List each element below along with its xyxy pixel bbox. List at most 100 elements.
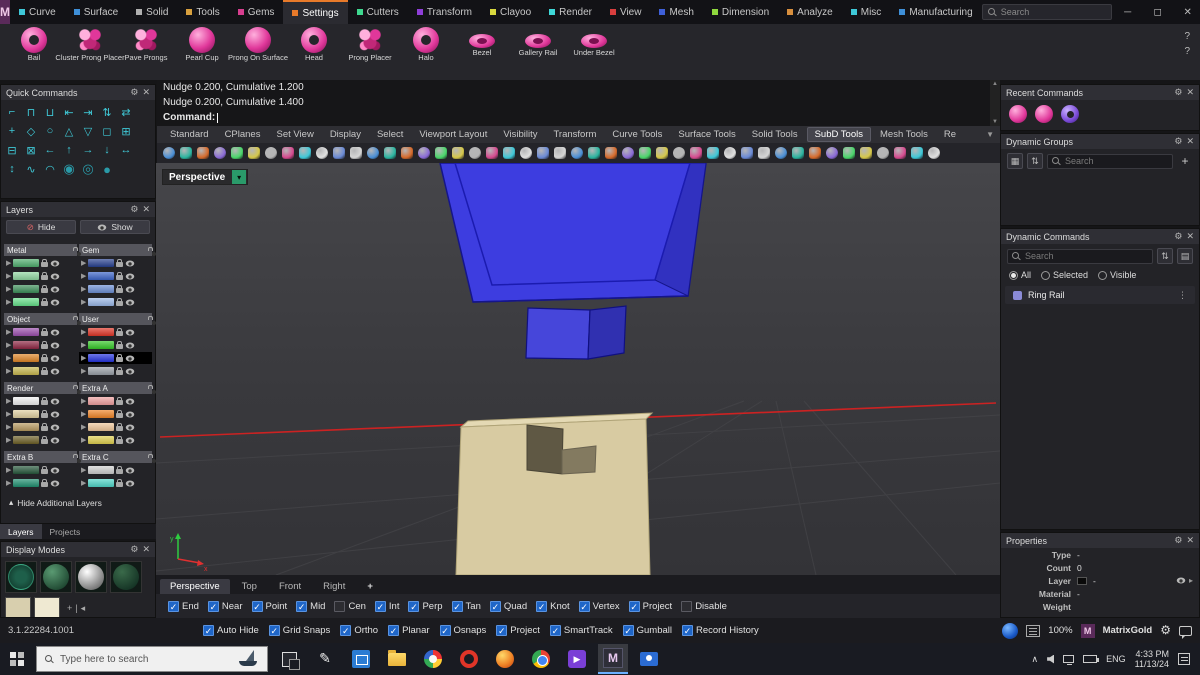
checkbox-icon[interactable]	[334, 600, 346, 612]
minimize-button[interactable]: ─	[1114, 0, 1142, 24]
checkbox-icon[interactable]: ✓	[681, 625, 693, 636]
layer-color-swatch[interactable]	[13, 466, 40, 474]
checkbox-icon[interactable]: ✓	[628, 600, 640, 612]
network-icon[interactable]	[1063, 655, 1075, 665]
show-button[interactable]: Show	[80, 220, 150, 234]
toggle-project[interactable]: ✓ Project	[496, 625, 540, 636]
lock-icon[interactable]	[41, 397, 49, 405]
osnap-disable[interactable]: Disable	[681, 600, 727, 612]
osnap-mid[interactable]: ✓ Mid	[296, 600, 325, 612]
layer-row[interactable]: ▶	[4, 270, 77, 282]
expand-icon[interactable]: ▶	[6, 260, 11, 267]
add-group-button[interactable]: +	[1177, 153, 1193, 169]
firefox-icon[interactable]	[490, 644, 520, 674]
toolbar-tab-select[interactable]: Select	[370, 128, 410, 141]
display-mode-thumb[interactable]	[5, 597, 31, 617]
eye-icon[interactable]	[126, 273, 135, 279]
toolbar-icon[interactable]	[401, 147, 413, 159]
display-mode-wire[interactable]	[5, 561, 37, 593]
quick-command-icon[interactable]: ←	[42, 142, 58, 158]
toolbar-icon[interactable]	[928, 147, 940, 159]
checkbox-icon[interactable]: ✓	[549, 625, 561, 636]
menu-settings[interactable]: Settings	[283, 0, 348, 24]
quick-command-icon[interactable]: ▽	[80, 123, 96, 139]
layer-row[interactable]: ▶	[4, 477, 77, 489]
recent-command-gem-pink-icon[interactable]	[1035, 105, 1053, 123]
eye-icon[interactable]	[51, 273, 60, 279]
close-icon[interactable]: ✕	[1186, 536, 1194, 545]
command-item-ring-rail[interactable]: Ring Rail ⋮	[1005, 286, 1195, 304]
layer-row[interactable]: ▶	[4, 339, 77, 351]
ink-pen-icon[interactable]	[310, 644, 340, 674]
expand-icon[interactable]: ▶	[6, 355, 11, 362]
expand-icon[interactable]: ▶	[6, 368, 11, 375]
lock-icon[interactable]	[116, 367, 124, 375]
radio-icon[interactable]	[1041, 270, 1051, 280]
close-icon[interactable]: ✕	[142, 205, 150, 214]
eye-icon[interactable]	[51, 355, 60, 361]
osnap-quad[interactable]: ✓ Quad	[489, 600, 527, 612]
expand-icon[interactable]: ▶	[81, 342, 86, 349]
eye-icon[interactable]	[126, 398, 135, 404]
checkbox-icon[interactable]: ✓	[536, 600, 548, 612]
checkbox-icon[interactable]: ✓	[489, 600, 501, 612]
quick-command-icon[interactable]: ⇄	[118, 104, 134, 120]
display-mode-thumb[interactable]	[34, 597, 60, 617]
toolbar-tab-display[interactable]: Display	[323, 128, 368, 141]
layer-color-swatch[interactable]	[13, 341, 40, 349]
quick-command-icon[interactable]: ⌐	[4, 104, 20, 120]
toolbar-tab-surface-tools[interactable]: Surface Tools	[671, 128, 742, 141]
checkbox-icon[interactable]: ✓	[296, 600, 308, 612]
toolbar-icon[interactable]	[299, 147, 311, 159]
filter-all[interactable]: All	[1009, 270, 1031, 280]
lock-icon[interactable]	[41, 354, 49, 362]
layer-color-swatch[interactable]	[13, 397, 40, 405]
quick-command-icon[interactable]: ◇	[23, 123, 39, 139]
expand-icon[interactable]: ▶	[6, 437, 11, 444]
checkbox-icon[interactable]: ✓	[203, 625, 215, 636]
eye-icon[interactable]	[51, 411, 60, 417]
toolbar-icon[interactable]	[656, 147, 668, 159]
lock-icon[interactable]	[41, 479, 49, 487]
toolbar-tab-set-view[interactable]: Set View	[269, 128, 320, 141]
chevron-up-icon[interactable]: ∧	[1032, 654, 1039, 665]
close-icon[interactable]: ✕	[142, 545, 150, 554]
gear-icon[interactable]: ⚙	[1174, 88, 1182, 97]
toolbar-tab-viewport-layout[interactable]: Viewport Layout	[412, 128, 494, 141]
search-input[interactable]	[1000, 7, 1101, 17]
gear-icon[interactable]: ⚙	[1160, 624, 1171, 636]
layer-row[interactable]: ▶	[4, 421, 77, 433]
close-icon[interactable]: ✕	[1186, 137, 1194, 146]
checkbox-icon[interactable]: ✓	[451, 600, 463, 612]
toolbar-icon[interactable]	[163, 147, 175, 159]
layer-color-swatch[interactable]	[88, 479, 115, 487]
osnap-point[interactable]: ✓ Point	[251, 600, 287, 612]
sort-icon[interactable]: ⇅	[1157, 248, 1173, 264]
layer-row[interactable]: ▶	[79, 326, 152, 338]
osnap-end[interactable]: ✓ End	[168, 600, 199, 612]
toggle-record-history[interactable]: ✓ Record History	[681, 625, 759, 636]
panel-list-icon[interactable]	[1026, 624, 1041, 637]
toolbar-icon[interactable]	[571, 147, 583, 159]
menu-mesh[interactable]: Mesh	[650, 0, 702, 24]
layer-color-swatch[interactable]	[13, 436, 40, 444]
clock[interactable]: 4:33 PM 11/13/24	[1135, 649, 1169, 669]
zoom-level[interactable]: 100%	[1048, 625, 1072, 636]
eye-icon[interactable]	[126, 368, 135, 374]
eye-icon[interactable]	[51, 342, 60, 348]
lock-icon[interactable]	[116, 466, 124, 474]
lock-icon[interactable]	[116, 285, 124, 293]
layer-row[interactable]: ▶	[79, 296, 152, 308]
layer-color-swatch[interactable]	[13, 285, 40, 293]
layer-row[interactable]: ▶	[79, 434, 152, 446]
toolbar-icon[interactable]	[877, 147, 889, 159]
layer-row[interactable]: ▶	[4, 434, 77, 446]
lock-icon[interactable]	[116, 397, 124, 405]
toolbar-icon[interactable]	[435, 147, 447, 159]
eye-icon[interactable]	[51, 480, 60, 486]
toolbar-icon[interactable]	[911, 147, 923, 159]
layer-group-user[interactable]: User	[79, 313, 152, 325]
layer-row[interactable]: ▶	[79, 365, 152, 377]
jewelry-tool-gallery-rail[interactable]: Gallery Rail	[510, 27, 566, 62]
menu-manufacturing[interactable]: Manufacturing	[890, 0, 981, 24]
